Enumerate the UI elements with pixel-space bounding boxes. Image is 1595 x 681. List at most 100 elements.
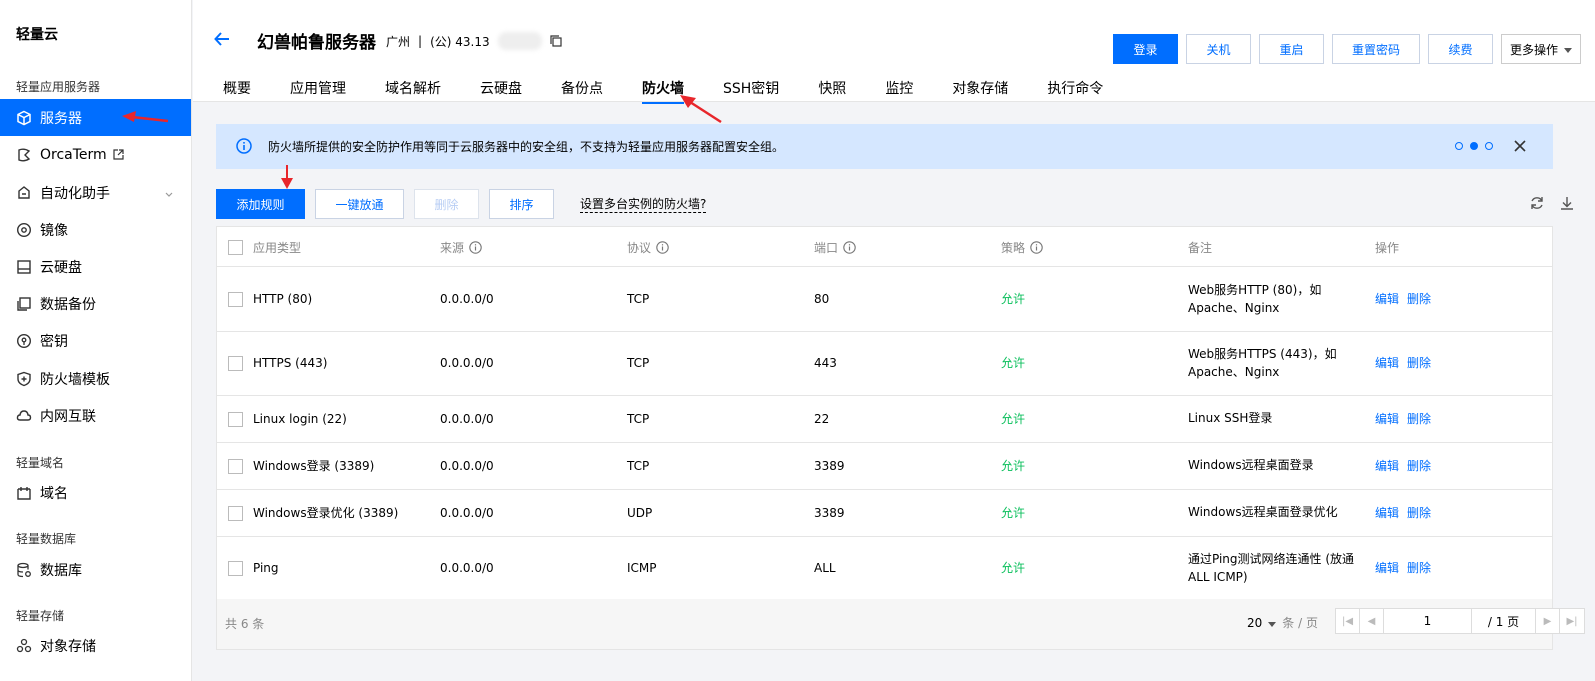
prev-page-icon[interactable]: ◀: [1360, 609, 1384, 633]
sidebar-item-database[interactable]: 数据库: [0, 551, 191, 588]
banner-dot[interactable]: [1485, 142, 1493, 150]
add-rule-button[interactable]: 添加规则: [216, 189, 305, 219]
delete-link[interactable]: 删除: [1407, 504, 1431, 522]
cell-source: 0.0.0.0/0: [440, 356, 494, 370]
disc-icon: [16, 222, 32, 238]
info-circle-icon[interactable]: [656, 241, 669, 254]
header-app-type: 应用类型: [253, 239, 301, 256]
reset-password-button[interactable]: 重置密码: [1332, 34, 1420, 64]
row-checkbox[interactable]: [228, 506, 243, 521]
sidebar: 轻量云 轻量应用服务器 服务器 OrcaTerm 自动化助手 镜像 云硬盘 数据…: [0, 0, 192, 681]
close-icon[interactable]: [1513, 139, 1527, 153]
cell-note: Web服务HTTPS (443)，如 Apache、Nginx: [1188, 345, 1337, 381]
separator: |: [418, 34, 423, 48]
sidebar-item-images[interactable]: 镜像: [0, 211, 191, 248]
sidebar-item-domain[interactable]: 域名: [0, 474, 191, 511]
page-input[interactable]: 1: [1384, 609, 1472, 633]
table-row: Windows登录 (3389) 0.0.0.0/0 TCP 3389 允许 W…: [217, 443, 1552, 490]
sidebar-item-servers[interactable]: 服务器: [0, 99, 191, 136]
row-checkbox[interactable]: [228, 459, 243, 474]
header-actions: 操作: [1375, 239, 1399, 256]
sidebar-item-intranet[interactable]: 内网互联: [0, 397, 191, 434]
edit-link[interactable]: 编辑: [1375, 354, 1399, 372]
row-checkbox[interactable]: [228, 292, 243, 307]
info-banner: 防火墙所提供的安全防护作用等同于云服务器中的安全组，不支持为轻量应用服务器配置安…: [216, 124, 1553, 169]
header-label: 策略: [1001, 241, 1026, 255]
edit-link[interactable]: 编辑: [1375, 290, 1399, 308]
sidebar-item-keys[interactable]: 密钥: [0, 322, 191, 359]
tab-ssh-keys[interactable]: SSH密钥: [723, 78, 779, 102]
cell-policy: 允许: [1001, 356, 1026, 370]
cell-source: 0.0.0.0/0: [440, 561, 494, 575]
page-size-select[interactable]: 20 条 / 页: [1247, 614, 1318, 631]
last-page-icon[interactable]: ▶|: [1560, 609, 1584, 633]
allow-all-button[interactable]: 一键放通: [315, 189, 404, 219]
delete-link[interactable]: 删除: [1407, 559, 1431, 577]
download-icon[interactable]: [1559, 195, 1575, 211]
region-label: 广州: [386, 34, 411, 49]
tab-run-command[interactable]: 执行命令: [1047, 78, 1103, 102]
row-checkbox[interactable]: [228, 412, 243, 427]
banner-dot-active[interactable]: [1470, 142, 1478, 150]
sidebar-item-label: 内网互联: [40, 408, 96, 425]
cell-actions: 编辑 删除: [1375, 559, 1431, 577]
login-button[interactable]: 登录: [1113, 34, 1178, 64]
sidebar-item-cloud-disk[interactable]: 云硬盘: [0, 248, 191, 285]
cell-app-type: Windows登录 (3389): [253, 459, 375, 473]
restart-button[interactable]: 重启: [1259, 34, 1324, 64]
note-line: 通过Ping测试网络连通性 (放通: [1188, 552, 1355, 566]
sidebar-item-object-storage[interactable]: 对象存储: [0, 627, 191, 664]
edit-link[interactable]: 编辑: [1375, 559, 1399, 577]
sidebar-item-label: 域名: [40, 485, 68, 502]
caret-down-icon: [1564, 42, 1572, 56]
tab-snapshots[interactable]: 快照: [818, 78, 846, 102]
tab-dns[interactable]: 域名解析: [385, 78, 441, 102]
back-arrow-icon[interactable]: [213, 30, 231, 48]
banner-dot[interactable]: [1455, 142, 1463, 150]
next-page-icon[interactable]: ▶: [1536, 609, 1560, 633]
tab-object-storage[interactable]: 对象存储: [952, 78, 1008, 102]
multi-instance-firewall-link[interactable]: 设置多台实例的防火墙?: [580, 196, 707, 213]
sidebar-item-orcaterm[interactable]: OrcaTerm: [0, 136, 191, 173]
tab-monitoring[interactable]: 监控: [885, 78, 913, 102]
edit-link[interactable]: 编辑: [1375, 457, 1399, 475]
first-page-icon[interactable]: |◀: [1336, 609, 1360, 633]
renew-button[interactable]: 续费: [1428, 34, 1493, 64]
tab-bar: 概要 应用管理 域名解析 云硬盘 备份点 防火墙 SSH密钥 快照 监控 对象存…: [223, 78, 1103, 104]
delete-link[interactable]: 删除: [1407, 410, 1431, 428]
more-actions-button[interactable]: 更多操作: [1501, 34, 1581, 64]
info-circle-icon[interactable]: [469, 241, 482, 254]
cell-port: 3389: [814, 506, 845, 520]
sidebar-item-firewall-template[interactable]: 防火墙模板: [0, 360, 191, 397]
cell-source: 0.0.0.0/0: [440, 506, 494, 520]
tab-firewall[interactable]: 防火墙: [642, 78, 684, 104]
sort-button[interactable]: 排序: [489, 189, 554, 219]
edit-link[interactable]: 编辑: [1375, 410, 1399, 428]
delete-link[interactable]: 删除: [1407, 354, 1431, 372]
cell-policy: 允许: [1001, 412, 1026, 426]
delete-link[interactable]: 删除: [1407, 290, 1431, 308]
row-checkbox[interactable]: [228, 561, 243, 576]
sidebar-item-label: 数据库: [40, 562, 82, 579]
tab-backup[interactable]: 备份点: [561, 78, 603, 102]
tab-app-management[interactable]: 应用管理: [290, 78, 346, 102]
delete-link[interactable]: 删除: [1407, 457, 1431, 475]
header-label: 操作: [1375, 241, 1400, 255]
info-circle-icon[interactable]: [1030, 241, 1043, 254]
refresh-icon[interactable]: [1529, 195, 1545, 211]
sidebar-item-label: 云硬盘: [40, 259, 82, 276]
tab-overview[interactable]: 概要: [223, 78, 251, 102]
sidebar-item-automation[interactable]: 自动化助手: [0, 174, 191, 211]
section-title-domain: 轻量域名: [16, 456, 65, 470]
delete-button[interactable]: 删除: [414, 189, 479, 219]
shutdown-button[interactable]: 关机: [1186, 34, 1251, 64]
sidebar-item-label: OrcaTerm: [40, 146, 107, 163]
brand-title: 轻量云: [16, 27, 58, 43]
sidebar-item-data-backup[interactable]: 数据备份: [0, 285, 191, 322]
info-circle-icon[interactable]: [843, 241, 856, 254]
tab-cloud-disk[interactable]: 云硬盘: [480, 78, 522, 102]
copy-icon[interactable]: [550, 35, 562, 47]
row-checkbox[interactable]: [228, 356, 243, 371]
edit-link[interactable]: 编辑: [1375, 504, 1399, 522]
select-all-checkbox[interactable]: [228, 240, 243, 255]
